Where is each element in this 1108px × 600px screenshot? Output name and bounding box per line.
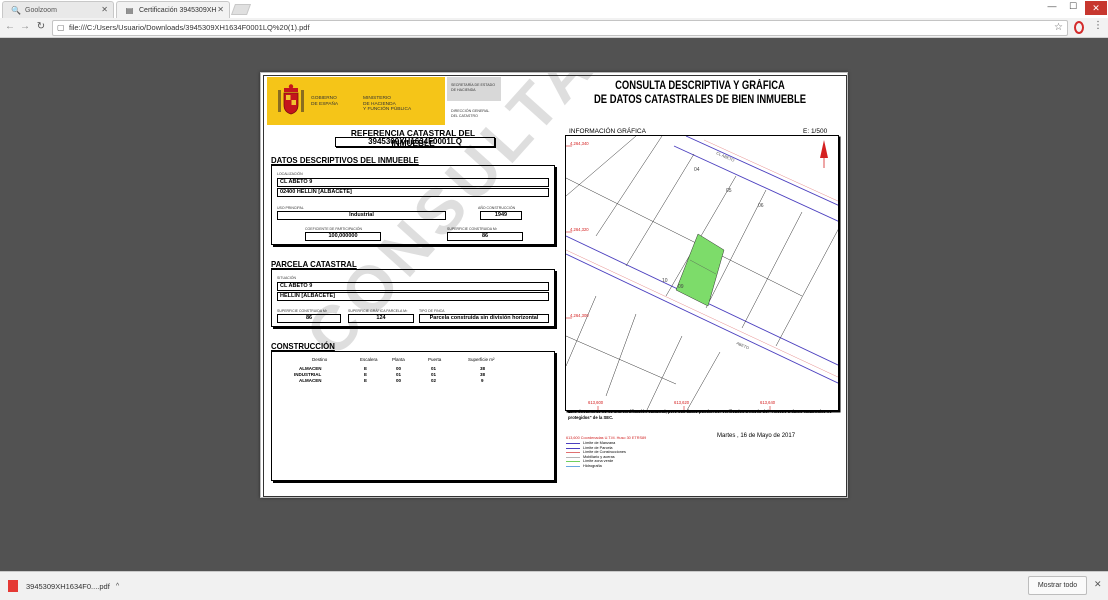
disclaimer-note: Este documento no es una certificación c… [568,409,832,420]
bookmark-star-icon[interactable]: ☆ [1054,21,1063,35]
row-planta: 00 [396,378,402,383]
back-button[interactable]: ← [3,21,17,32]
row-escalera: E [364,366,368,371]
coef-label: Coeficiente de participación [305,227,362,231]
parcel-09: 09 [678,284,684,290]
coord-y-3: 4,264,300 [570,313,589,318]
header-escalera: Escalera [360,357,378,362]
search-icon: 🔍 [11,5,21,15]
coat-of-arms-icon [278,84,304,115]
coord-x-1: 613,600 [588,400,604,405]
show-all-button[interactable]: Mostrar todo [1028,576,1087,595]
download-item[interactable]: 3945309XH1634F0....pdf ^ [8,578,119,594]
map-legend: 613,600 Coordenadas U.T.M. Huso 30 ETRS8… [566,436,696,469]
parcel-06: 06 [758,203,764,209]
window-close-button[interactable]: ✕ [1085,1,1107,15]
coord-y-1: 4,264,340 [570,141,589,146]
header-puerta: Puerta [428,357,442,362]
forward-button[interactable]: → [18,21,32,32]
row-puerta: 02 [431,378,437,383]
parcel-10: 10 [662,278,668,284]
row-superficie: 9 [481,378,484,383]
reload-button[interactable]: ↻ [34,21,48,32]
parcel-05: 05 [726,188,732,194]
new-tab-button[interactable] [230,4,252,15]
ministerio-text: Ministerio de Hacienda y Función Pública [363,96,412,113]
close-icon[interactable]: ✕ [101,5,108,14]
close-icon[interactable]: ✕ [1094,579,1102,590]
street-label-1: CL ABETO [716,150,736,162]
menu-icon[interactable]: ⋮ [1093,20,1103,31]
row-planta: 01 [396,372,402,377]
coord-x-2: 613,620 [674,400,690,405]
title-line-2: DE DATOS CATASTRALES DE BIEN INMUEBLE [593,94,807,106]
map-scale: E: 1/500 [803,128,828,135]
document-title: CONSULTA DESCRIPTIVA Y GRÁFICA DE DATOS … [583,79,818,107]
cadastral-map: 4,264,340 4,264,320 4,264,300 613,600 61… [565,135,839,411]
chevron-up-icon[interactable]: ^ [116,583,119,590]
street-label-2: ABETO [736,340,750,350]
row-superficie: 38 [480,366,486,371]
row-planta: 00 [396,366,402,371]
table-row: ALMACEN E 00 02 9 [284,378,524,384]
close-icon[interactable]: ✕ [217,5,224,14]
parcel-04: 04 [694,167,700,173]
maximize-button[interactable]: ☐ [1063,1,1083,12]
tab-label: Goolzoom [25,6,57,14]
browser-toolbar: ← → ↻ ▢ file:///C:/Users/Usuario/Downloa… [0,18,1108,38]
title-line-1: CONSULTA DESCRIPTIVA Y GRÁFICA [615,80,785,92]
table-header: Destino Escalera Planta Puerta Superfici… [284,357,524,363]
document-date: Martes , 16 de Mayo de 2017 [717,433,796,439]
map-label: INFORMACIÓN GRÁFICA [569,128,646,135]
header-planta: Planta [392,357,405,362]
tab-certificacion[interactable]: ▤ Certificación 3945309XH ✕ [116,1,230,18]
row-puerta: 01 [431,372,437,377]
header-superficie: Superficie m² [468,357,495,362]
tab-goolzoom[interactable]: 🔍 Goolzoom ✕ [2,1,114,18]
row-destino: ALMACEN [299,378,322,383]
opera-extension-icon[interactable] [1074,21,1084,34]
situacion-label: Situación [277,276,297,280]
tipo-value: Parcela construida sin división horizont… [419,314,549,323]
localizacion-label: Localización [277,172,303,176]
government-logo: Gobierno de España Ministerio de Haciend… [267,77,445,125]
row-destino: INDUSTRIAL [294,372,322,377]
pdf-file-icon [8,580,18,592]
tab-strip: 🔍 Goolzoom ✕ ▤ Certificación 3945309XH ✕… [0,0,1108,18]
row-superficie: 38 [480,372,486,377]
minimize-button[interactable]: — [1042,1,1062,11]
construccion-panel: Destino Escalera Planta Puerta Superfici… [271,351,555,481]
coord-x-3: 613,640 [760,400,776,405]
row-escalera: E [364,372,368,377]
gobierno-text: Gobierno de España [311,96,339,107]
document-icon: ▤ [125,5,134,15]
header-destino: Destino [312,357,328,362]
legend-item: Hidrografía [566,464,696,469]
download-filename: 3945309XH1634F0....pdf [26,581,110,591]
row-puerta: 01 [431,366,437,371]
page-icon: ▢ [57,23,65,32]
address-text: file:///C:/Users/Usuario/Downloads/39453… [69,23,310,32]
download-bar: 3945309XH1634F0....pdf ^ Mostrar todo ✕ [0,571,1108,600]
coord-y-2: 4,264,320 [570,227,589,232]
address-bar[interactable]: ▢ file:///C:/Users/Usuario/Downloads/394… [52,20,1068,36]
uso-label: Uso principal [277,206,304,210]
datos-title: DATOS DESCRIPTIVOS DEL INMUEBLE [271,155,419,165]
map-drawing: 4,264,340 4,264,320 4,264,300 613,600 61… [566,136,838,410]
construccion-table: Destino Escalera Planta Puerta Superfici… [284,357,524,384]
tipo-label: Tipo de finca [419,309,445,313]
tab-label: Certificación 3945309XH [139,6,217,14]
pdf-page: Gobierno de España Ministerio de Haciend… [260,72,848,498]
row-destino: ALMACEN [299,366,322,371]
row-escalera: E [364,378,368,383]
